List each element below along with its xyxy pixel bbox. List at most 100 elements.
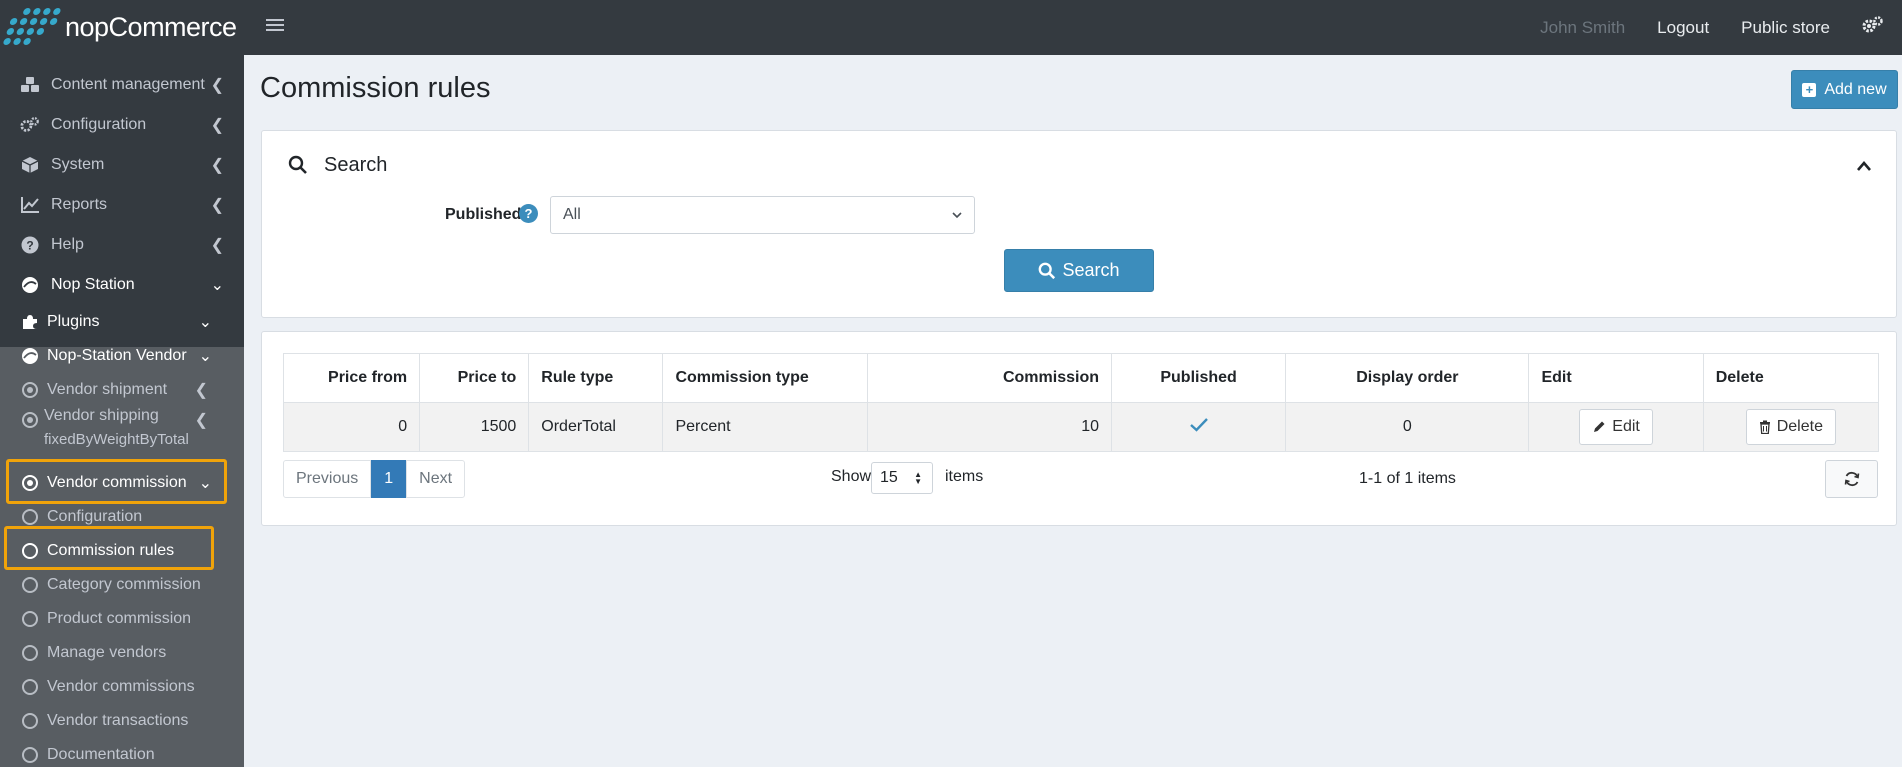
sidebar-item-configuration[interactable]: Configuration ❮ bbox=[0, 106, 244, 144]
dot-circle-icon bbox=[20, 410, 40, 430]
chevron-left-icon: ❮ bbox=[210, 157, 224, 174]
cubes-icon bbox=[20, 75, 40, 95]
items-range-info: 1-1 of 1 items bbox=[1359, 470, 1456, 487]
page-1-button[interactable]: 1 bbox=[371, 460, 407, 498]
trash-icon bbox=[1759, 420, 1770, 434]
gears-icon bbox=[20, 115, 40, 135]
circle-icon bbox=[20, 677, 40, 697]
column-header: Delete bbox=[1702, 353, 1880, 403]
sidebar-item-manage-vendors[interactable]: Manage vendors bbox=[0, 634, 244, 672]
sidebar-item-vendor-commissions[interactable]: Vendor commissions bbox=[0, 668, 244, 706]
sidebar-item-label-secondary: fixedByWeightByTotal bbox=[44, 431, 189, 448]
column-header[interactable]: Rule type bbox=[528, 353, 664, 403]
top-navbar: nopCommerce John Smith Logout Public sto… bbox=[0, 0, 1902, 55]
cell-published bbox=[1110, 402, 1287, 452]
cell-delete: Delete bbox=[1702, 402, 1880, 452]
search-button[interactable]: Search bbox=[1004, 249, 1154, 292]
user-name[interactable]: John Smith bbox=[1540, 18, 1625, 38]
sidebar-item-label: Vendor shipping bbox=[44, 407, 159, 424]
dot-circle-icon bbox=[20, 380, 40, 400]
sidebar-item-content-management[interactable]: Content management ❮ bbox=[0, 66, 244, 104]
sidebar-item-label: Plugins bbox=[47, 313, 100, 330]
sidebar-item-vendor-transactions[interactable]: Vendor transactions bbox=[0, 702, 244, 740]
previous-page-button[interactable]: Previous bbox=[283, 460, 372, 498]
svg-text:?: ? bbox=[26, 239, 33, 253]
column-header[interactable]: Commission type bbox=[662, 353, 868, 403]
circle-icon bbox=[20, 711, 40, 731]
chevron-up-icon[interactable] bbox=[1856, 157, 1872, 177]
search-panel-title[interactable]: Search bbox=[324, 154, 387, 177]
logo-dots-icon bbox=[2, 7, 65, 48]
top-nav-links: John Smith Logout Public store bbox=[1540, 0, 1902, 55]
chevron-left-icon: ❮ bbox=[210, 77, 224, 94]
sidebar-item-category-commission[interactable]: Category commission bbox=[0, 566, 244, 604]
edit-label: Edit bbox=[1612, 418, 1640, 435]
column-header[interactable]: Price to bbox=[419, 353, 530, 403]
cube-icon bbox=[20, 155, 40, 175]
cell-commission-type: Percent bbox=[662, 402, 868, 452]
puzzle-icon bbox=[20, 312, 40, 332]
help-icon[interactable]: ? bbox=[519, 204, 538, 223]
search-button-label: Search bbox=[1062, 260, 1120, 280]
column-header[interactable]: Commission bbox=[866, 353, 1112, 403]
sidebar-item-product-commission[interactable]: Product commission bbox=[0, 600, 244, 638]
sidebar-item-help[interactable]: ? Help ❮ bbox=[0, 226, 244, 264]
column-header: Edit bbox=[1528, 353, 1704, 403]
sidebar-item-nop-station-vendor[interactable]: Nop-Station Vendor ⌄ bbox=[0, 337, 244, 375]
updown-icon: ▲ ▼ bbox=[914, 470, 922, 486]
add-new-label: Add new bbox=[1824, 80, 1887, 98]
sidebar-item-reports[interactable]: Reports ❮ bbox=[0, 186, 244, 224]
page-title: Commission rules bbox=[260, 72, 491, 104]
sidebar-item-label: Reports bbox=[51, 196, 108, 213]
show-label: Show bbox=[831, 468, 872, 485]
pencil-icon bbox=[1594, 421, 1605, 432]
plus-square-icon: + bbox=[1802, 82, 1817, 97]
logout-link[interactable]: Logout bbox=[1657, 18, 1709, 38]
sidebar-toggle-icon[interactable] bbox=[266, 16, 284, 38]
sidebar-item-label: Documentation bbox=[47, 746, 155, 763]
chevron-left-icon: ❮ bbox=[210, 117, 224, 134]
published-select-value: All bbox=[563, 206, 581, 223]
chevron-left-icon: ❮ bbox=[210, 237, 224, 254]
column-header[interactable]: Price from bbox=[282, 353, 421, 403]
table-row: 0 1500 OrderTotal Percent 10 0 Edit Dele… bbox=[282, 402, 1880, 452]
sidebar-item-vendor-shipping[interactable]: Vendor shipping fixedByWeightByTotal ❮ bbox=[0, 404, 244, 454]
sidebar-item-label: Vendor shipment bbox=[47, 381, 168, 398]
chevron-down-icon: ⌄ bbox=[198, 314, 212, 331]
sidebar-item-label: Nop Station bbox=[51, 276, 135, 293]
nopstation-icon bbox=[20, 275, 40, 295]
refresh-button[interactable] bbox=[1825, 460, 1878, 498]
line-chart-icon bbox=[20, 195, 40, 215]
chevron-down-icon: ⌄ bbox=[210, 277, 224, 294]
circle-icon bbox=[20, 745, 40, 765]
edit-button[interactable]: Edit bbox=[1579, 409, 1653, 445]
published-select[interactable]: All bbox=[550, 196, 975, 234]
chevron-left-icon: ❮ bbox=[194, 412, 208, 429]
chevron-down-icon: ⌄ bbox=[198, 348, 212, 365]
sidebar-item-plugins[interactable]: Plugins ⌄ bbox=[0, 303, 244, 341]
sidebar-item-label: Content management bbox=[51, 76, 205, 93]
chevron-left-icon: ❮ bbox=[210, 197, 224, 214]
circle-icon bbox=[20, 575, 40, 595]
table-header-row: Price from Price to Rule type Commission… bbox=[282, 353, 1880, 403]
column-header[interactable]: Published bbox=[1110, 353, 1287, 403]
public-store-link[interactable]: Public store bbox=[1741, 18, 1830, 38]
sidebar-item-system[interactable]: System ❮ bbox=[0, 146, 244, 184]
column-header[interactable]: Display order bbox=[1285, 353, 1530, 403]
sidebar-item-documentation[interactable]: Documentation bbox=[0, 736, 244, 767]
circle-icon bbox=[20, 609, 40, 629]
highlight-vendor-commission bbox=[6, 459, 227, 504]
sidebar-item-nop-station[interactable]: Nop Station ⌄ bbox=[0, 266, 244, 304]
search-panel: Search Published ? All Search bbox=[261, 130, 1897, 318]
add-new-button[interactable]: + Add new bbox=[1791, 70, 1898, 109]
circle-icon bbox=[20, 643, 40, 663]
next-page-button[interactable]: Next bbox=[406, 460, 466, 498]
logo[interactable]: nopCommerce bbox=[0, 0, 244, 55]
search-icon[interactable] bbox=[288, 155, 308, 180]
sidebar-item-label: Help bbox=[51, 236, 84, 253]
refresh-icon bbox=[1844, 471, 1859, 487]
page-size-select[interactable]: 15 ▲ ▼ bbox=[871, 462, 933, 494]
delete-button[interactable]: Delete bbox=[1745, 409, 1836, 445]
sidebar-item-label: Vendor commissions bbox=[47, 678, 195, 695]
gears-icon[interactable] bbox=[1862, 16, 1884, 39]
